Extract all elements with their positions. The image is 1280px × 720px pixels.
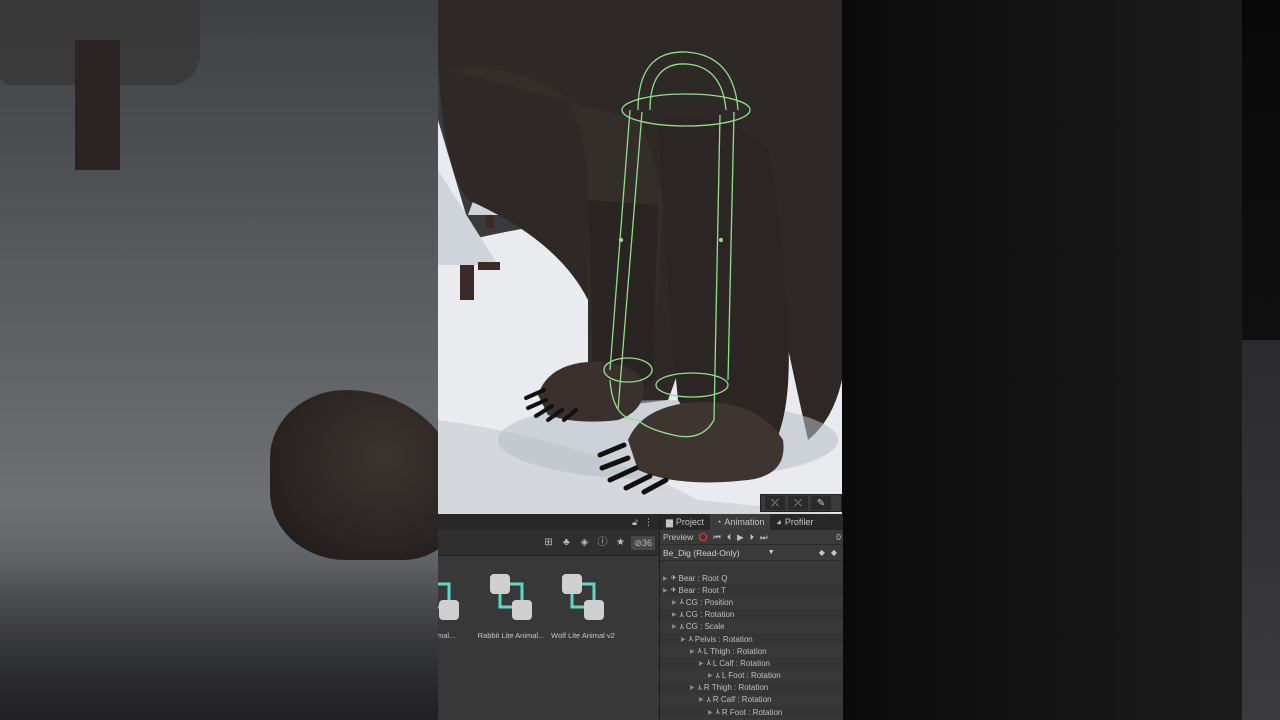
hidden-packages-count[interactable]: ⊘36 <box>631 535 655 550</box>
bone-icon: ⅄ <box>697 648 702 656</box>
expand-arrow-icon[interactable]: ▶ <box>663 575 668 582</box>
property-row[interactable]: ▶ ⅄ L Foot : Rotation <box>660 670 843 682</box>
snow-shadow <box>0 560 438 720</box>
expand-arrow-icon[interactable]: ▶ <box>681 636 686 643</box>
chevron-down-icon: ▼ <box>767 549 775 556</box>
previous-key-icon[interactable]: ⏴ <box>727 532 731 543</box>
asset-item[interactable]: Wolf Lite Animal v2 <box>548 572 618 640</box>
expand-arrow-icon[interactable]: ▶ <box>672 611 677 618</box>
expand-arrow-icon[interactable]: ▶ <box>690 684 695 691</box>
transform-icon: ✈ <box>670 575 677 583</box>
asset-label: Rabbit Lite Animal... <box>477 631 545 640</box>
bone-icon: ⅄ <box>688 636 693 644</box>
bone-icon: ⅄ <box>679 599 684 607</box>
expand-arrow-icon[interactable]: ▶ <box>663 587 668 594</box>
bone-icon: ⅄ <box>679 623 684 631</box>
tool-button[interactable]: ⤫ <box>765 496 785 510</box>
label-icon[interactable]: ◈ <box>577 536 591 550</box>
bone-icon: ⅄ <box>679 611 684 619</box>
property-row[interactable]: ▶ ⅄ Pelvis : Rotation <box>660 632 843 646</box>
asset-label: Wolf Lite Animal v2 <box>551 631 615 640</box>
asset-label: s Animal... <box>438 631 456 640</box>
transform-icon: ✈ <box>670 587 677 595</box>
property-list: ▶ ✈ Bear : Root Q ▶ ✈ Bear : Root T ▶ ⅄ CG : P… <box>660 572 843 719</box>
bone-icon: ⅄ <box>706 696 711 704</box>
property-row[interactable]: ▶ ⅄ L Thigh : Rotation <box>660 645 843 657</box>
first-key-icon[interactable]: ⏮ <box>713 532 721 543</box>
project-panel: 🔓︎ ⋮ ⊞ ♣ ◈ ⓘ ★ ⊘36 s Animal... Rabbit Li… <box>438 514 659 720</box>
animator-controller-icon <box>490 574 532 620</box>
tab-profiler[interactable]: ◕ Profiler <box>770 514 819 530</box>
add-event-icon[interactable]: ◆ <box>831 548 837 557</box>
property-row[interactable]: ▶ ⅄ CG : Rotation <box>660 608 843 621</box>
property-row[interactable]: ▶ ✈ Bear : Root Q <box>660 572 843 584</box>
search-by-type-icon[interactable]: ⊞ <box>541 536 555 550</box>
expand-arrow-icon[interactable]: ▶ <box>699 696 704 703</box>
background-left-blurred <box>0 0 438 720</box>
property-row[interactable]: ▶ ⅄ R Calf : Rotation <box>660 694 843 706</box>
bone-icon: ⅄ <box>715 672 720 680</box>
tool-button[interactable]: ⤫ <box>788 496 808 510</box>
tree-trunk-blurred <box>75 40 120 170</box>
expand-arrow-icon[interactable]: ▶ <box>672 623 677 630</box>
panel-tabs: ▆ Project ◔ Animation ◕ Profiler <box>660 514 843 530</box>
play-icon[interactable]: ▶ <box>737 532 744 543</box>
profiler-icon: ◕ <box>776 517 782 527</box>
expand-arrow-icon[interactable]: ▶ <box>708 672 713 679</box>
tab-project[interactable]: ▆ Project <box>660 514 710 530</box>
bear-paw-blurred <box>270 390 438 560</box>
animator-controller-icon <box>438 582 459 620</box>
tool-button[interactable]: ✎ <box>811 496 831 510</box>
last-key-icon[interactable]: ⏭ <box>760 532 768 543</box>
animation-clock-icon: ◔ <box>715 517 722 527</box>
animation-panel: ▆ Project ◔ Animation ◕ Profiler Preview… <box>659 514 843 720</box>
property-row[interactable]: ▶ ⅄ L Calf : Rotation <box>660 657 843 670</box>
favorite-icon[interactable]: ★ <box>613 536 627 550</box>
project-toolbar: ⊞ ♣ ◈ ⓘ ★ ⊘36 <box>438 530 659 556</box>
asset-item[interactable]: Rabbit Lite Animal... <box>476 572 546 640</box>
info-icon[interactable]: ⓘ <box>595 536 609 550</box>
expand-arrow-icon[interactable]: ▶ <box>672 599 677 606</box>
filter-icon[interactable]: ♣ <box>559 536 573 550</box>
more-icon[interactable]: ⋮ <box>644 517 653 528</box>
next-key-icon[interactable]: ⏵ <box>750 532 754 543</box>
animator-controller-icon <box>562 574 604 620</box>
background-right-blurred <box>842 0 1280 720</box>
preview-toggle[interactable]: Preview <box>663 532 693 542</box>
property-row[interactable]: ▶ ⅄ CG : Position <box>660 596 843 608</box>
tab-animation[interactable]: ◔ Animation <box>709 514 771 530</box>
expand-arrow-icon[interactable]: ▶ <box>699 660 704 667</box>
expand-arrow-icon[interactable]: ▶ <box>708 709 713 716</box>
clip-name: Be_Dig (Read-Only) <box>663 547 740 558</box>
property-row[interactable]: ▶ ⅄ R Foot : Rotation <box>660 706 843 719</box>
asset-item[interactable]: s Animal... <box>438 572 473 640</box>
bone-icon: ⅄ <box>715 709 720 717</box>
expand-arrow-icon[interactable]: ▶ <box>690 648 695 655</box>
record-icon[interactable] <box>699 533 708 541</box>
clip-selector[interactable]: Be_Dig (Read-Only) ▼ ◆ ◆ <box>660 545 843 561</box>
eye-off-icon: ⊘ <box>634 537 642 548</box>
animation-controls: Preview ⏮ ⏴ ▶ ⏵ ⏭ 0 <box>660 530 843 545</box>
add-keyframe-icon[interactable]: ◆ <box>819 548 825 557</box>
folder-icon: ▆ <box>666 516 673 527</box>
frame-field[interactable]: 0 <box>836 532 841 542</box>
scene-tool-toolbar: ⤫ ⤫ ✎ <box>760 494 842 512</box>
property-row[interactable]: ▶ ✈ Bear : Root T <box>660 584 843 597</box>
property-row[interactable]: ▶ ⅄ CG : Scale <box>660 621 843 633</box>
bone-icon: ⅄ <box>697 684 702 692</box>
project-panel-header: 🔓︎ ⋮ <box>438 514 659 531</box>
scene-viewport[interactable] <box>438 0 842 514</box>
lock-icon[interactable]: 🔓︎ <box>632 517 638 528</box>
bear-leg-blurred <box>842 0 1242 720</box>
property-row[interactable]: ▶ ⅄ R Thigh : Rotation <box>660 681 843 694</box>
bone-icon: ⅄ <box>706 660 711 668</box>
